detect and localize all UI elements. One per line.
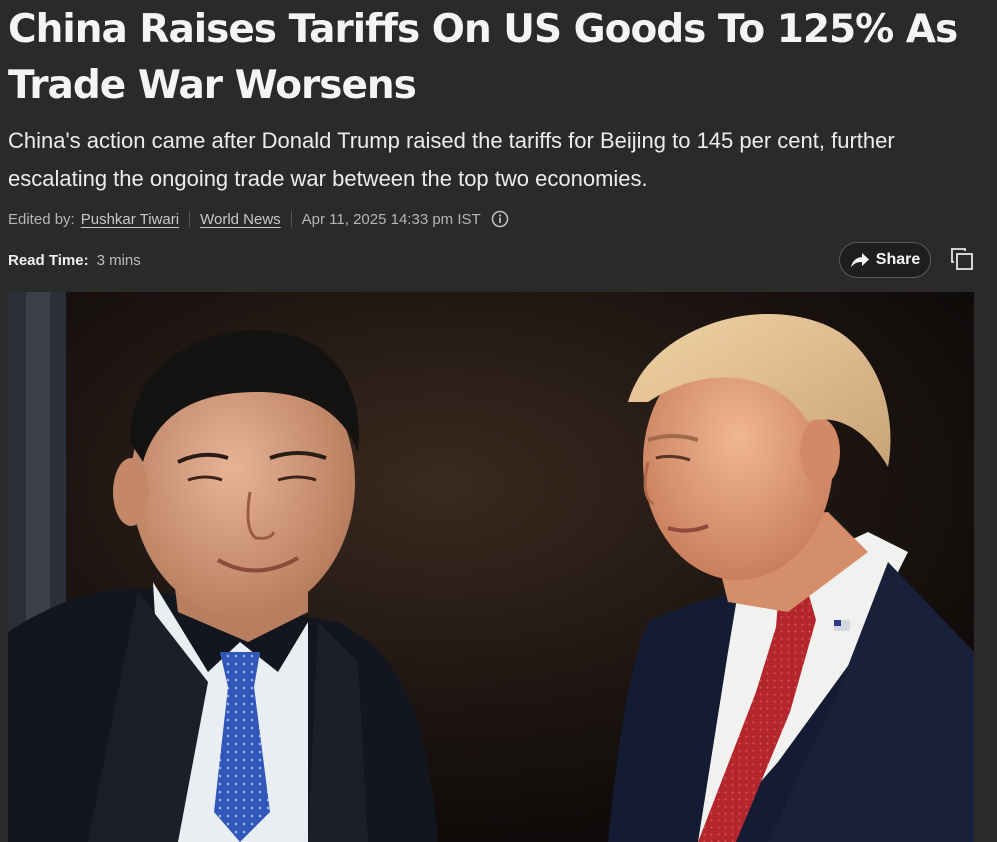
hero-photo-illustration (8, 292, 974, 842)
copy-icon (949, 246, 975, 277)
byline-divider (189, 211, 191, 227)
article-subheadline: China's action came after Donald Trump r… (8, 128, 895, 191)
byline: Edited by: Pushkar Tiwari World News Apr… (8, 206, 509, 232)
share-button[interactable]: Share (839, 242, 931, 278)
hero-image (8, 292, 974, 842)
share-label: Share (875, 251, 921, 268)
info-circle-icon[interactable] (491, 210, 509, 228)
category-link[interactable]: World News (200, 211, 281, 228)
publish-timestamp: Apr 11, 2025 14:33 pm IST (301, 210, 481, 228)
byline-divider (290, 211, 292, 227)
article-headline: China Raises Tariffs On US Goods To 125%… (8, 7, 958, 108)
copy-button[interactable] (947, 246, 977, 276)
read-time: Read Time: 3 mins (8, 249, 141, 271)
article-page: China Raises Tariffs On US Goods To 125%… (0, 0, 997, 842)
share-arrow-icon (850, 251, 870, 269)
editor-link[interactable]: Pushkar Tiwari (81, 211, 179, 228)
read-time-value: 3 mins (96, 251, 141, 269)
edited-by-label: Edited by: (8, 210, 75, 228)
read-time-label: Read Time: (8, 251, 89, 269)
